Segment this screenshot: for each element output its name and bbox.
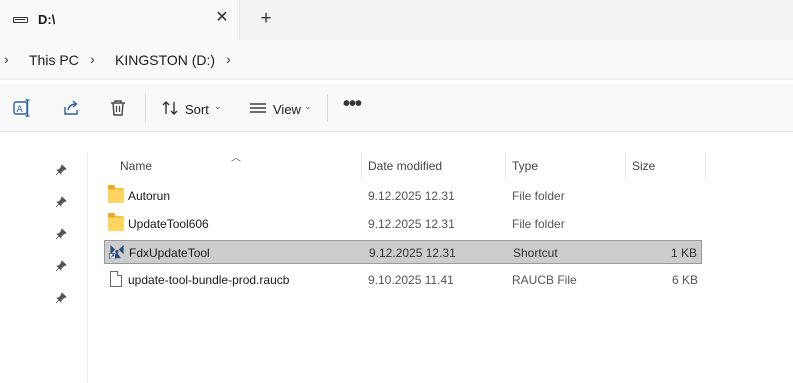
pin-icon[interactable] (55, 260, 67, 272)
column-divider[interactable] (361, 152, 362, 178)
command-separator (145, 94, 146, 122)
column-header-size[interactable]: Size (632, 152, 655, 178)
file-date: 9.12.2025 12.31 (369, 246, 456, 260)
file-type: Shortcut (513, 246, 558, 260)
file-date: 9.10.2025 11.41 (368, 273, 454, 287)
svg-text:A: A (17, 105, 24, 115)
file-date: 9.12.2025 12.31 (368, 217, 455, 231)
file-row[interactable]: Autorun 9.12.2025 12.31 File folder (104, 184, 702, 208)
drive-icon (13, 17, 28, 23)
chevron-right-icon[interactable]: › (90, 51, 95, 67)
more-options-icon[interactable]: ••• (343, 94, 363, 117)
pin-icon[interactable] (55, 228, 67, 240)
column-divider[interactable] (625, 152, 626, 178)
file-type: File folder (512, 217, 565, 231)
folder-icon (108, 185, 124, 203)
new-tab-button[interactable]: + (257, 9, 275, 29)
tab-active[interactable]: D:\ ✕ (0, 0, 240, 40)
pin-icon[interactable] (55, 196, 67, 208)
file-name: Autorun (128, 189, 171, 203)
column-divider[interactable] (505, 152, 506, 178)
view-label: View (273, 102, 301, 117)
tab-title: D:\ (38, 12, 56, 27)
column-header-type[interactable]: Type (512, 152, 538, 178)
chevron-right-icon[interactable]: › (226, 51, 231, 67)
sort-icon (162, 101, 178, 115)
file-name: UpdateTool606 (128, 217, 209, 231)
file-name: FdxUpdateTool (129, 246, 210, 260)
folder-icon (108, 213, 124, 231)
file-type: File folder (512, 189, 565, 203)
sort-ascending-icon: ︿ (231, 153, 241, 164)
file-icon (110, 271, 122, 287)
pin-icon[interactable] (55, 292, 67, 304)
file-date: 9.12.2025 12.31 (368, 189, 455, 203)
chevron-right-icon[interactable]: › (4, 51, 9, 67)
file-list: ︿ Name Date modified Type Size Autorun 9… (100, 152, 793, 383)
breadcrumb-drive[interactable]: KINGSTON (D:) (115, 52, 215, 68)
chevron-down-icon: ⌄ (214, 101, 222, 111)
sort-label: Sort (185, 102, 209, 117)
file-row-selected[interactable]: FdxUpdateTool 9.12.2025 12.31 Shortcut 1… (104, 240, 702, 264)
navigation-pane (0, 152, 88, 383)
breadcrumb-this-pc[interactable]: This PC (29, 52, 79, 68)
share-icon[interactable] (61, 98, 81, 118)
column-header-date-modified[interactable]: Date modified (368, 152, 442, 178)
close-icon[interactable]: ✕ (214, 10, 230, 26)
file-size: 6 KB (671, 273, 698, 287)
file-row[interactable]: update-tool-bundle-prod.raucb 9.10.2025 … (104, 268, 702, 292)
file-name: update-tool-bundle-prod.raucb (128, 273, 290, 287)
app-shortcut-icon (109, 244, 124, 259)
column-header-name[interactable]: Name (120, 152, 152, 178)
address-bar[interactable]: › This PC › KINGSTON (D:) › (0, 40, 793, 80)
command-bar: A Sort ⌄ View ⌄ ••• (0, 84, 793, 132)
file-type: RAUCB File (512, 273, 577, 287)
command-separator (327, 94, 328, 122)
chevron-down-icon: ⌄ (304, 101, 312, 111)
view-icon (250, 103, 266, 113)
file-row[interactable]: UpdateTool606 9.12.2025 12.31 File folde… (104, 212, 702, 236)
pin-icon[interactable] (55, 164, 67, 176)
tab-bar: D:\ ✕ + (0, 0, 793, 40)
delete-icon[interactable] (108, 98, 128, 118)
rename-icon[interactable]: A (12, 98, 32, 118)
column-divider[interactable] (705, 152, 706, 178)
file-size: 1 KB (670, 246, 697, 260)
